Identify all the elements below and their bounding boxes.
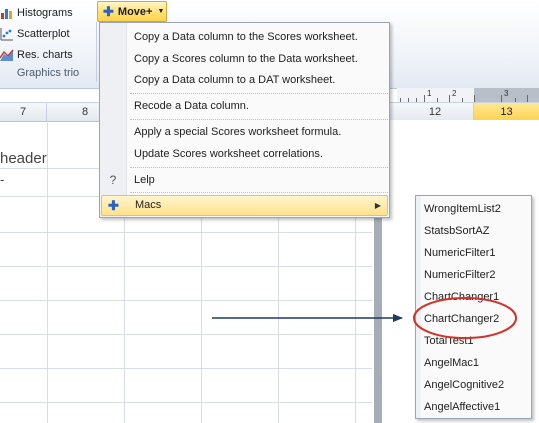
menu-separator bbox=[130, 167, 388, 168]
menu-item-apply-scores-formula[interactable]: Apply a special Scores worksheet formula… bbox=[127, 122, 389, 142]
menu-item-update-correlations[interactable]: Update Scores worksheet correlations. bbox=[127, 144, 389, 164]
ruler-number: 1 bbox=[427, 89, 432, 98]
res-charts-icon bbox=[0, 49, 14, 61]
submenu-item-numericfilter2[interactable]: NumericFilter2 bbox=[424, 264, 530, 286]
column-header-12[interactable]: 12 bbox=[397, 103, 474, 121]
histograms-label: Histograms bbox=[17, 7, 73, 19]
submenu-gutter bbox=[416, 196, 421, 418]
ruler-tick bbox=[449, 95, 450, 102]
ruler-number: 2 bbox=[452, 89, 457, 98]
grid-line bbox=[0, 402, 372, 403]
submenu-item-totaltest1[interactable]: TotalTest1 bbox=[424, 330, 530, 352]
sheet-header-text: header bbox=[0, 150, 47, 167]
grid-line bbox=[0, 232, 372, 233]
menu-separator bbox=[130, 192, 388, 193]
submenu-item-chartchanger2[interactable]: ChartChanger2 bbox=[424, 308, 530, 330]
menu-item-help[interactable]: Lelp bbox=[127, 170, 389, 190]
res-charts-label: Res. charts bbox=[17, 49, 73, 61]
menu-item-macs[interactable]: ✚ Macs ▶ bbox=[101, 195, 388, 216]
submenu-item-angelaffective1[interactable]: AngelAffective1 bbox=[424, 396, 530, 418]
menu-separator bbox=[130, 93, 388, 94]
grid-line bbox=[0, 368, 372, 369]
ruler-number: 3 bbox=[504, 89, 509, 98]
move-plus-menu: Copy a Data column to the Scores workshe… bbox=[99, 22, 390, 218]
histogram-icon bbox=[1, 9, 12, 19]
submenu-item-numericfilter1[interactable]: NumericFilter1 bbox=[424, 242, 530, 264]
ruler: 1 2 3 bbox=[397, 88, 539, 103]
chevron-down-icon: ▼ bbox=[157, 8, 165, 15]
ruler-tick bbox=[527, 95, 528, 102]
menu-separator bbox=[130, 119, 388, 120]
move-plus-button[interactable]: ✚ Move+ ▼ bbox=[97, 1, 167, 22]
res-charts-button[interactable]: Res. charts bbox=[0, 45, 73, 65]
column-header-7[interactable]: 7 bbox=[0, 103, 47, 121]
group-label: Graphics trio bbox=[16, 67, 80, 79]
grid-line bbox=[0, 300, 372, 301]
macs-submenu: WrongItemList2 StatsbSortAZ NumericFilte… bbox=[415, 195, 532, 419]
submenu-item-angelcognitive2[interactable]: AngelCognitive2 bbox=[424, 374, 530, 396]
menu-item-recode-data-column[interactable]: Recode a Data column. bbox=[127, 96, 389, 116]
histograms-button[interactable]: Histograms bbox=[0, 3, 73, 23]
grid-line bbox=[0, 266, 372, 267]
chevron-right-icon: ▶ bbox=[374, 201, 381, 210]
column-header-13[interactable]: 13 bbox=[474, 103, 539, 121]
ruler-tick bbox=[424, 95, 425, 102]
question-icon: ? bbox=[109, 173, 117, 187]
submenu-item-wrongitemlist2[interactable]: WrongItemList2 bbox=[424, 198, 530, 220]
menu-item-copy-scores-to-data[interactable]: Copy a Scores column to the Data workshe… bbox=[127, 49, 389, 69]
sheet-cell-text: - bbox=[0, 172, 5, 187]
ruler-tick bbox=[501, 95, 502, 102]
grid-line bbox=[47, 120, 48, 423]
submenu-item-statsbsortaz[interactable]: StatsbSortAZ bbox=[424, 220, 530, 242]
submenu-item-chartchanger1[interactable]: ChartChanger1 bbox=[424, 286, 530, 308]
grid-line bbox=[0, 334, 372, 335]
plus-icon: ✚ bbox=[108, 198, 119, 213]
plus-icon: ✚ bbox=[103, 3, 114, 19]
scatterplot-label: Scatterplot bbox=[17, 28, 70, 40]
submenu-item-angelmac1[interactable]: AngelMac1 bbox=[424, 352, 530, 374]
move-button-label: Move+ bbox=[117, 5, 153, 18]
menu-item-copy-data-to-scores[interactable]: Copy a Data column to the Scores workshe… bbox=[127, 27, 389, 47]
group-divider bbox=[96, 22, 97, 82]
scatterplot-icon bbox=[0, 28, 13, 41]
menu-item-copy-data-to-dat[interactable]: Copy a Data column to a DAT worksheet. bbox=[127, 70, 389, 90]
menu-item-macs-label: Macs bbox=[135, 199, 162, 211]
scatterplot-button[interactable]: Scatterplot bbox=[0, 24, 70, 44]
ruler-tick bbox=[474, 95, 475, 102]
